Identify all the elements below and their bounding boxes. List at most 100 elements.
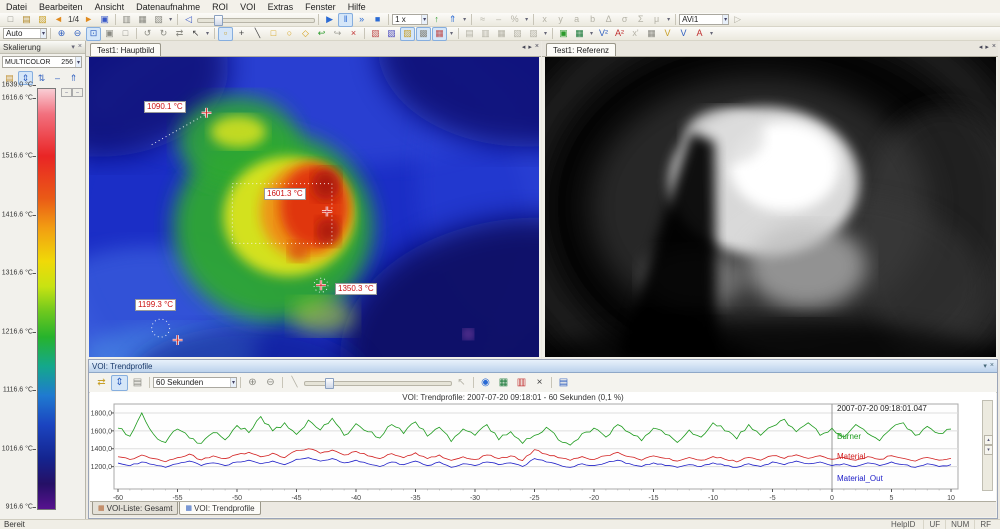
- level-icon[interactable]: –: [50, 71, 65, 85]
- zoom-in-icon[interactable]: ⊕: [54, 27, 69, 41]
- snapshot-icon[interactable]: ⇑: [445, 13, 460, 27]
- undo-icon[interactable]: ↩: [314, 27, 329, 41]
- avi-combo[interactable]: AVi1▾: [679, 14, 729, 25]
- trend-zoom-in-icon[interactable]: ⊕: [244, 375, 261, 391]
- copy-icon[interactable]: ▥: [119, 13, 134, 27]
- scale-mode-combo[interactable]: Auto▾: [3, 28, 47, 39]
- annotation-label[interactable]: 1350.3 °C: [335, 283, 377, 295]
- overflow-icon[interactable]: ▾: [708, 30, 715, 37]
- chevron-down-icon[interactable]: ▾: [421, 15, 427, 24]
- trend-position-slider-thumb[interactable]: [325, 378, 334, 389]
- manual-scale-icon[interactable]: ⇅: [34, 71, 49, 85]
- menu-voi[interactable]: VOI: [234, 2, 262, 12]
- legend-burner[interactable]: Burner: [837, 432, 861, 441]
- menu-bearbeiten[interactable]: Bearbeiten: [33, 2, 89, 12]
- percent-icon[interactable]: %: [507, 13, 522, 27]
- roi-paste-icon[interactable]: ▦: [432, 27, 447, 41]
- menu-hilfe[interactable]: Hilfe: [342, 2, 372, 12]
- stat-sum-icon[interactable]: Σ: [633, 13, 648, 27]
- menu-extras[interactable]: Extras: [262, 2, 300, 12]
- open-icon[interactable]: ▨: [35, 13, 50, 27]
- tab-close-icon[interactable]: ×: [535, 43, 539, 51]
- legend-material[interactable]: Material: [837, 452, 865, 461]
- scroll-down-icon[interactable]: ▾: [984, 445, 993, 455]
- menu-roi[interactable]: ROI: [206, 2, 234, 12]
- roi-select-icon[interactable]: ▫: [218, 27, 233, 41]
- overflow-icon[interactable]: ▾: [542, 30, 549, 37]
- trend-chart[interactable]: VOI: Trendprofile: 2007-07-20 09:18:01 -…: [90, 392, 996, 501]
- export-excel-icon[interactable]: ▦: [495, 375, 512, 391]
- link-icon[interactable]: ≈: [475, 13, 490, 27]
- voi-table-icon[interactable]: ▦: [572, 27, 587, 41]
- stat-x-icon[interactable]: x: [537, 13, 552, 27]
- stat-y-icon[interactable]: y: [553, 13, 568, 27]
- mask-5-icon[interactable]: ▨: [526, 27, 541, 41]
- scale-up-icon[interactable]: ⇑: [66, 71, 81, 85]
- play-avi-icon[interactable]: ▷: [730, 13, 745, 27]
- menu-datenaufnahme[interactable]: Datenaufnahme: [130, 2, 206, 12]
- tab-scroll-left-icon[interactable]: ◂: [522, 43, 526, 51]
- mask-1-icon[interactable]: ▤: [462, 27, 477, 41]
- play-icon[interactable]: ▶: [322, 13, 337, 27]
- overflow-icon[interactable]: ▾: [204, 30, 211, 37]
- overflow-icon[interactable]: ▾: [167, 16, 174, 23]
- scale-spin-left[interactable]: –: [61, 88, 72, 97]
- flip-icon[interactable]: ⇄: [172, 27, 187, 41]
- mask-2-icon[interactable]: ▥: [478, 27, 493, 41]
- voi-v2-icon[interactable]: V²: [596, 27, 611, 41]
- tab-scroll-right-icon[interactable]: ▸: [528, 43, 532, 51]
- close-icon[interactable]: ×: [78, 43, 82, 51]
- voi-ax-icon[interactable]: A: [692, 27, 707, 41]
- mask-4-icon[interactable]: ▧: [510, 27, 525, 41]
- color-scale[interactable]: [37, 88, 56, 510]
- draw-rect-icon[interactable]: □: [266, 27, 281, 41]
- tab-referenz[interactable]: Test1: Referenz: [546, 43, 616, 56]
- save-icon[interactable]: ▣: [97, 13, 112, 27]
- overflow-icon[interactable]: ▾: [665, 16, 672, 23]
- pin-icon[interactable]: ▾: [983, 362, 987, 370]
- overflow-icon[interactable]: ▾: [461, 16, 468, 23]
- print-icon[interactable]: ▤: [555, 375, 572, 391]
- chevron-down-icon[interactable]: ▾: [75, 57, 81, 67]
- trend-refresh-icon[interactable]: ⇄: [93, 375, 110, 391]
- trend-zoom-out-icon[interactable]: ⊖: [262, 375, 279, 391]
- export-image-icon[interactable]: ▥: [513, 375, 530, 391]
- voi-new-icon[interactable]: ▣: [556, 27, 571, 41]
- annotation-label[interactable]: 1601.3 °C: [264, 188, 306, 200]
- trend-pen-icon[interactable]: ╲: [286, 375, 303, 391]
- speed-combo[interactable]: 1 x▾: [392, 14, 428, 25]
- audio-icon[interactable]: ◁: [181, 13, 196, 27]
- stop-icon[interactable]: ■: [370, 13, 385, 27]
- stat-delta-icon[interactable]: Δ: [601, 13, 616, 27]
- export-icon[interactable]: ▧: [151, 13, 166, 27]
- overflow-icon[interactable]: ▾: [448, 30, 455, 37]
- close-icon[interactable]: ×: [990, 362, 994, 370]
- overflow-icon[interactable]: ▾: [523, 16, 530, 23]
- menu-ansicht[interactable]: Ansicht: [89, 2, 131, 12]
- zoom-out-icon[interactable]: ⊖: [70, 27, 85, 41]
- thermal-image[interactable]: 1090.1 °C 1601.3 °C 1350.3 °C 1199.3 °C: [89, 57, 539, 357]
- scale-spin-right[interactable]: –: [72, 88, 83, 97]
- trend-autoscale-icon[interactable]: ⇕: [111, 375, 128, 391]
- voi-grid-icon[interactable]: ▦: [644, 27, 659, 41]
- delete-roi-icon[interactable]: ×: [346, 27, 361, 41]
- rotate-left-icon[interactable]: ↺: [140, 27, 155, 41]
- menu-fenster[interactable]: Fenster: [299, 2, 342, 12]
- fast-forward-icon[interactable]: »: [354, 13, 369, 27]
- chart-scrollbar[interactable]: ▴ ▾: [982, 400, 993, 491]
- chevron-down-icon[interactable]: ▾: [40, 29, 46, 38]
- voi-vb-icon[interactable]: V: [660, 27, 675, 41]
- pointer-icon[interactable]: ↖: [188, 27, 203, 41]
- pan-icon[interactable]: □: [118, 27, 133, 41]
- legend-material-out[interactable]: Material_Out: [837, 474, 883, 483]
- annotation-label[interactable]: 1199.3 °C: [135, 299, 176, 311]
- annotation-label[interactable]: 1090.1 °C: [144, 101, 186, 113]
- roi-hot-icon[interactable]: ▧: [368, 27, 383, 41]
- voi-a2-icon[interactable]: A²: [612, 27, 627, 41]
- tab-scroll-left-icon[interactable]: ◂: [979, 43, 983, 51]
- menu-datei[interactable]: Datei: [0, 2, 33, 12]
- rotate-right-icon[interactable]: ↻: [156, 27, 171, 41]
- stat-mu-icon[interactable]: μ: [649, 13, 664, 27]
- draw-line-icon[interactable]: ╲: [250, 27, 265, 41]
- voi-x-icon[interactable]: x': [628, 27, 643, 41]
